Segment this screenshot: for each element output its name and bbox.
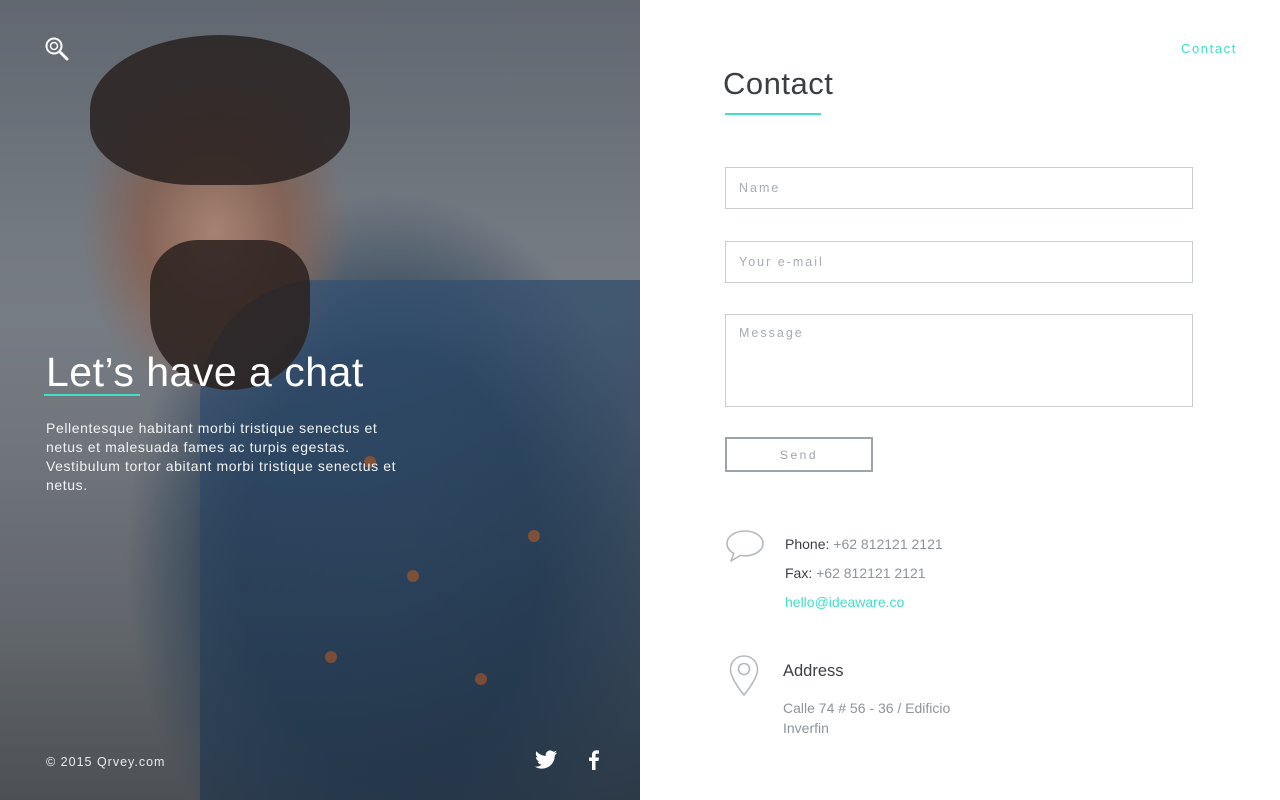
page-title: Contact [723, 66, 834, 101]
nav-contact[interactable]: Contact [1181, 41, 1237, 56]
speech-bubble-icon [724, 528, 766, 564]
hero-title: Let’s have a chat [46, 349, 364, 396]
phone-row: Phone: +62 812121 2121 [785, 530, 943, 559]
nav-about-me[interactable]: About me [1081, 41, 1149, 56]
shirt-button [407, 570, 419, 582]
main-nav: Home About me Contact [1007, 41, 1237, 56]
hero-photo-hair [90, 35, 350, 185]
email-input[interactable] [725, 241, 1193, 283]
phone-label: Phone: [785, 536, 830, 552]
fax-row: Fax: +62 812121 2121 [785, 559, 943, 588]
contact-info: Phone: +62 812121 2121 Fax: +62 812121 2… [785, 530, 943, 617]
phone-value: +62 812121 2121 [833, 536, 943, 552]
contact-panel: Contact Send Phone: +62 812121 2121 Fax:… [640, 0, 1280, 800]
title-underline [725, 113, 821, 115]
shirt-button [475, 673, 487, 685]
facebook-icon[interactable] [581, 748, 607, 772]
shirt-button [325, 651, 337, 663]
social-links [533, 748, 607, 772]
address-title: Address [783, 662, 844, 680]
fax-label: Fax: [785, 565, 813, 581]
message-textarea[interactable] [725, 314, 1193, 407]
address-text: Calle 74 # 56 - 36 / Edificio Inverfin [783, 700, 951, 736]
name-input[interactable] [725, 167, 1193, 209]
email-row: hello@ideaware.co [785, 588, 943, 617]
copyright: © 2015 Qrvey.com [46, 755, 166, 769]
hero-panel [0, 0, 640, 800]
twitter-icon[interactable] [533, 748, 559, 772]
hero-title-underline [44, 394, 140, 396]
shirt-button [528, 530, 540, 542]
nav-home[interactable]: Home [1007, 41, 1048, 56]
map-pin-icon [728, 654, 760, 698]
search-logo-icon[interactable] [44, 36, 70, 62]
email-link[interactable]: hello@ideaware.co [785, 594, 904, 610]
fax-value: +62 812121 2121 [816, 565, 926, 581]
send-button[interactable]: Send [725, 437, 873, 472]
hero-description: Pellentesque habitant morbi tristique se… [46, 420, 397, 493]
